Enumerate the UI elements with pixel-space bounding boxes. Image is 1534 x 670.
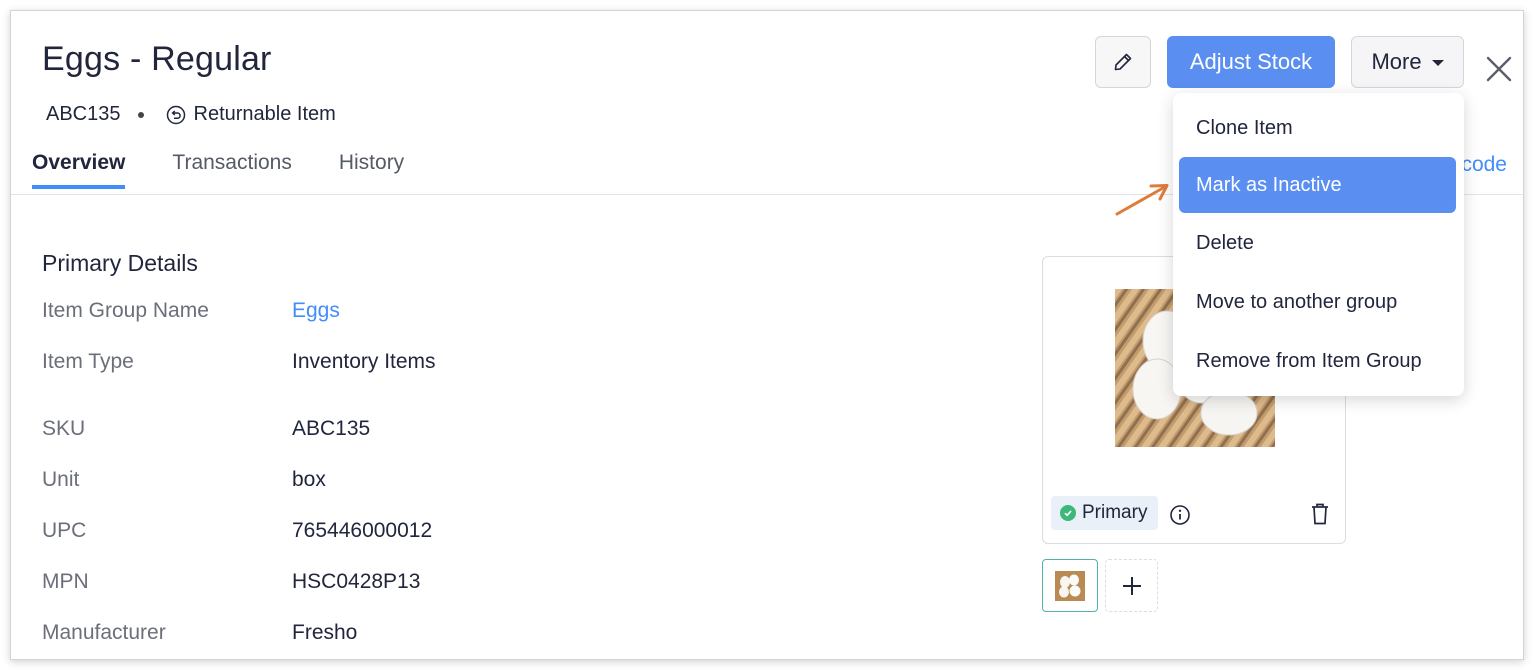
value-unit: box [292, 468, 326, 491]
label-upc: UPC [42, 519, 87, 542]
returnable-icon [166, 105, 185, 124]
primary-label: Primary [1082, 502, 1148, 523]
tab-history[interactable]: History [339, 151, 404, 189]
value-item-group-name[interactable]: Eggs [292, 299, 340, 323]
value-mpn: HSC0428P13 [292, 570, 421, 593]
info-icon[interactable] [1169, 504, 1191, 526]
adjust-stock-button[interactable]: Adjust Stock [1167, 36, 1335, 88]
check-icon [1060, 505, 1076, 521]
more-button[interactable]: More [1351, 36, 1464, 88]
primary-details-heading: Primary Details [42, 250, 198, 276]
thumbnail-image [1055, 570, 1085, 601]
sku-text: ABC135 [46, 103, 121, 125]
more-label: More [1371, 49, 1422, 74]
tab-bar: Overview Transactions History [32, 151, 451, 189]
add-image-button[interactable] [1105, 559, 1158, 612]
pencil-icon [1114, 53, 1132, 71]
label-unit: Unit [42, 468, 80, 491]
close-icon[interactable] [1483, 53, 1515, 85]
value-manufacturer: Fresho [292, 621, 358, 644]
caret-down-icon [1431, 60, 1444, 66]
trash-icon[interactable] [1309, 502, 1331, 526]
menu-item-move-to-another-group[interactable]: Move to another group [1179, 274, 1456, 330]
label-item-group-name: Item Group Name [42, 299, 209, 322]
returnable-label: Returnable Item [193, 103, 336, 125]
label-sku: SKU [42, 417, 86, 440]
label-manufacturer: Manufacturer [42, 621, 166, 644]
label-mpn: MPN [42, 570, 89, 593]
barcode-link[interactable]: code [1461, 153, 1507, 177]
value-upc: 765446000012 [292, 519, 433, 542]
label-item-type: Item Type [42, 350, 134, 373]
value-sku: ABC135 [292, 417, 371, 440]
menu-item-clone-item[interactable]: Clone Item [1179, 100, 1456, 156]
tab-transactions[interactable]: Transactions [172, 151, 291, 189]
annotation-arrow-icon [1115, 184, 1169, 216]
value-item-type: Inventory Items [292, 350, 436, 373]
item-meta: ABC135 Returnable Item [46, 103, 336, 126]
page-title: Eggs - Regular [42, 40, 272, 78]
item-detail-panel: Eggs - Regular ABC135 Returnable Item Ov… [10, 10, 1524, 660]
separator-dot [137, 111, 144, 118]
tab-overview[interactable]: Overview [32, 151, 126, 189]
more-dropdown-menu: Clone Item Mark as Inactive Delete Move … [1173, 93, 1464, 396]
primary-badge: Primary [1051, 496, 1159, 530]
plus-icon [1122, 576, 1141, 595]
menu-item-mark-as-inactive[interactable]: Mark as Inactive [1179, 157, 1456, 213]
menu-item-delete[interactable]: Delete [1179, 215, 1456, 271]
edit-button[interactable] [1095, 36, 1151, 88]
menu-item-remove-from-item-group[interactable]: Remove from Item Group [1179, 333, 1456, 389]
image-thumbnail[interactable] [1042, 559, 1098, 612]
